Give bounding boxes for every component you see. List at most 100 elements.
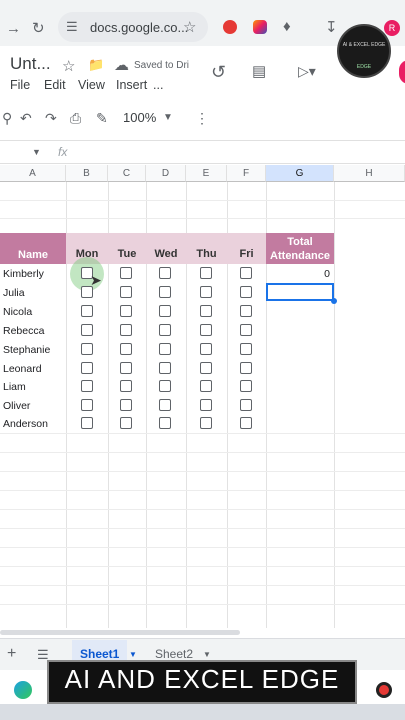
record-icon[interactable] (376, 682, 392, 698)
checkbox-thu[interactable] (200, 380, 212, 392)
checkbox-fri[interactable] (240, 362, 252, 374)
column-header-d[interactable]: D (146, 165, 186, 182)
total-cell[interactable]: 0 (268, 268, 330, 280)
checkbox-fri[interactable] (240, 380, 252, 392)
checkbox-wed[interactable] (159, 380, 171, 392)
column-header-g[interactable]: G (266, 165, 334, 182)
reload-icon[interactable]: ↻ (32, 19, 45, 37)
name-cell[interactable]: Rebecca (3, 325, 44, 337)
print-icon[interactable]: ⎙ (70, 110, 81, 127)
name-cell[interactable]: Leonard (3, 363, 42, 375)
active-cell-selection[interactable] (266, 283, 334, 301)
star-icon[interactable]: ☆ (62, 57, 75, 75)
checkbox-thu[interactable] (200, 417, 212, 429)
column-header-f[interactable]: F (227, 165, 266, 182)
name-cell[interactable]: Stephanie (3, 344, 50, 356)
name-cell[interactable]: Julia (3, 287, 25, 299)
profile-avatar[interactable]: R (384, 20, 400, 36)
checkbox-mon[interactable] (81, 399, 93, 411)
site-settings-icon[interactable]: ☰ (66, 19, 78, 35)
checkbox-wed[interactable] (159, 399, 171, 411)
column-header-c[interactable]: C (108, 165, 146, 182)
download-icon[interactable]: ↧ (325, 18, 338, 36)
edge-browser-icon[interactable] (14, 681, 32, 699)
column-header-b[interactable]: B (66, 165, 108, 182)
checkbox-fri[interactable] (240, 324, 252, 336)
checkbox-wed[interactable] (159, 305, 171, 317)
arrow-right-icon[interactable]: → (6, 20, 21, 37)
checkbox-mon[interactable] (81, 305, 93, 317)
zoom-select[interactable]: 100% (123, 110, 156, 125)
share-button-edge[interactable] (399, 60, 405, 84)
search-menus-icon[interactable]: ⚲ (2, 110, 12, 127)
checkbox-thu[interactable] (200, 305, 212, 317)
menu-insert[interactable]: Insert (116, 78, 147, 92)
zoom-dropdown-icon[interactable]: ▼ (163, 112, 173, 123)
bookmark-star-icon[interactable]: ☆ (183, 18, 196, 36)
checkbox-mon[interactable] (81, 324, 93, 336)
menu-more[interactable]: ... (153, 78, 163, 92)
menu-edit[interactable]: Edit (44, 78, 66, 92)
name-cell[interactable]: Oliver (3, 400, 30, 412)
document-title[interactable]: Unt... (10, 54, 51, 74)
menu-file[interactable]: File (10, 78, 30, 92)
checkbox-fri[interactable] (240, 267, 252, 279)
checkbox-tue[interactable] (120, 324, 132, 336)
checkbox-wed[interactable] (159, 343, 171, 355)
checkbox-thu[interactable] (200, 362, 212, 374)
extensions-puzzle-icon[interactable]: ♦ (283, 18, 291, 35)
checkbox-thu[interactable] (200, 399, 212, 411)
checkbox-fri[interactable] (240, 343, 252, 355)
checkbox-wed[interactable] (159, 362, 171, 374)
meet-camera-icon[interactable]: ▷▾ (298, 63, 316, 80)
extension-red-icon[interactable] (223, 20, 237, 34)
name-box-dropdown-icon[interactable]: ▼ (32, 147, 41, 157)
checkbox-tue[interactable] (120, 305, 132, 317)
column-header-h[interactable]: H (334, 165, 405, 182)
day-header-wed[interactable]: Wed (146, 248, 186, 260)
extension-colorful-icon[interactable] (253, 20, 267, 34)
sheet2-dropdown-icon[interactable]: ▼ (203, 650, 211, 659)
name-header[interactable]: Name (0, 233, 66, 264)
checkbox-wed[interactable] (159, 324, 171, 336)
checkbox-fri[interactable] (240, 417, 252, 429)
name-cell[interactable]: Anderson (3, 418, 48, 430)
more-options-icon[interactable]: ⋮ (195, 110, 209, 127)
checkbox-tue[interactable] (120, 343, 132, 355)
day-header-tue[interactable]: Tue (108, 248, 146, 260)
checkbox-thu[interactable] (200, 324, 212, 336)
checkbox-tue[interactable] (120, 362, 132, 374)
checkbox-wed[interactable] (159, 286, 171, 298)
add-sheet-icon[interactable]: + (7, 645, 16, 663)
checkbox-tue[interactable] (120, 399, 132, 411)
comment-icon[interactable]: ▤ (252, 62, 266, 80)
version-history-icon[interactable]: ↺ (211, 62, 226, 83)
checkbox-tue[interactable] (120, 380, 132, 392)
checkbox-mon[interactable] (81, 286, 93, 298)
checkbox-thu[interactable] (200, 343, 212, 355)
move-folder-icon[interactable]: 📁 (88, 57, 104, 73)
paint-format-icon[interactable]: ✎ (96, 110, 108, 127)
checkbox-mon[interactable] (81, 417, 93, 429)
checkbox-wed[interactable] (159, 267, 171, 279)
checkbox-thu[interactable] (200, 286, 212, 298)
checkbox-tue[interactable] (120, 417, 132, 429)
menu-view[interactable]: View (78, 78, 105, 92)
sheet1-dropdown-icon[interactable]: ▼ (129, 650, 137, 659)
redo-icon[interactable]: ↷ (45, 110, 57, 127)
name-cell[interactable]: Liam (3, 381, 26, 393)
checkbox-fri[interactable] (240, 305, 252, 317)
checkbox-fri[interactable] (240, 399, 252, 411)
checkbox-mon[interactable] (81, 343, 93, 355)
checkbox-tue[interactable] (120, 286, 132, 298)
name-cell[interactable]: Nicola (3, 306, 32, 318)
undo-icon[interactable]: ↶ (20, 110, 32, 127)
checkbox-mon[interactable] (81, 362, 93, 374)
checkbox-thu[interactable] (200, 267, 212, 279)
day-header-thu[interactable]: Thu (186, 248, 227, 260)
horizontal-scrollbar[interactable] (0, 630, 240, 635)
name-cell[interactable]: Kimberly (3, 268, 44, 280)
fill-handle[interactable] (331, 298, 337, 304)
checkbox-tue[interactable] (120, 267, 132, 279)
total-attendance-header[interactable]: Total Attendance (266, 233, 334, 264)
